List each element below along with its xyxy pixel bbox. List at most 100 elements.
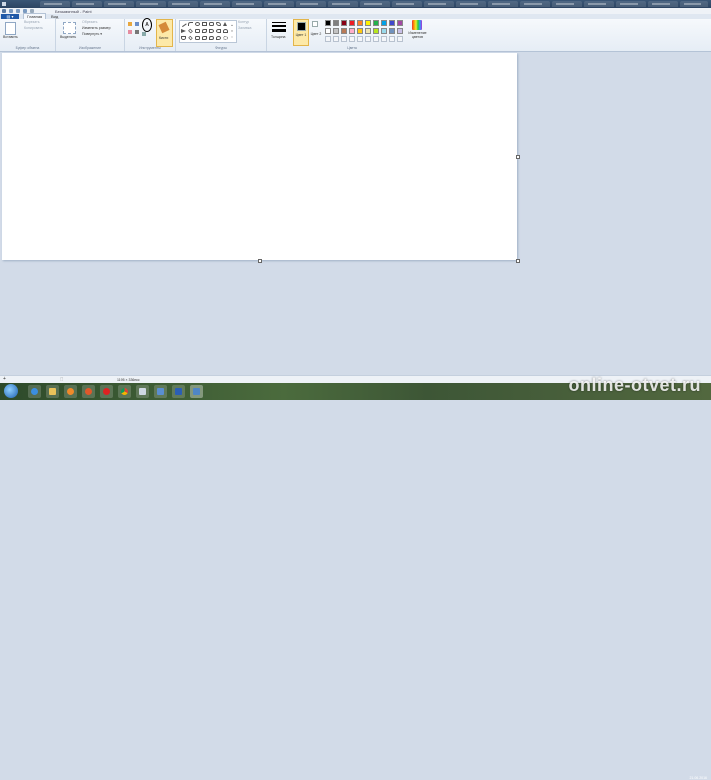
curve-shape-icon[interactable] (188, 22, 193, 26)
oval-shape-icon[interactable] (195, 22, 200, 26)
browser-tab[interactable] (232, 1, 262, 7)
edit-colors-button[interactable]: Изменение цветов (405, 31, 430, 39)
palette-empty-swatch[interactable] (373, 36, 379, 42)
browser-tab[interactable] (40, 1, 70, 7)
palette-empty-swatch[interactable] (381, 36, 387, 42)
taskbar-explorer-icon[interactable] (46, 385, 59, 398)
rounded-rectangle-shape-icon[interactable] (209, 22, 214, 26)
pencil-icon[interactable] (128, 22, 132, 26)
copy-button[interactable]: Копировать (24, 26, 43, 30)
browser-tab[interactable] (168, 1, 198, 7)
browser-tab[interactable] (520, 1, 550, 7)
browser-tab[interactable] (136, 1, 166, 7)
browser-tab[interactable] (424, 1, 454, 7)
oval-callout-shape-icon[interactable] (216, 36, 221, 40)
save-icon[interactable] (9, 9, 13, 13)
taskbar-chrome-icon[interactable] (118, 385, 131, 398)
browser-tab[interactable] (488, 1, 518, 7)
color1-button[interactable]: Цвет 1 (293, 19, 309, 46)
undo-icon[interactable] (16, 9, 20, 13)
palette-swatch[interactable] (389, 20, 395, 26)
palette-swatch[interactable] (373, 28, 379, 34)
taskbar-ie-icon[interactable] (28, 385, 41, 398)
taskbar-paint-active-icon[interactable] (190, 385, 203, 398)
palette-swatch[interactable] (381, 28, 387, 34)
palette-empty-swatch[interactable] (365, 36, 371, 42)
palette-empty-swatch[interactable] (389, 36, 395, 42)
triangle-shape-icon[interactable] (223, 22, 227, 26)
palette-empty-swatch[interactable] (349, 36, 355, 42)
select-button[interactable]: Выделить (60, 35, 76, 39)
shapes-gallery[interactable]: ▴ ▾ ▿ (179, 20, 237, 43)
magnifier-icon[interactable] (142, 32, 146, 36)
palette-swatch[interactable] (373, 20, 379, 26)
palette-swatch[interactable] (357, 20, 363, 26)
four-point-star-shape-icon[interactable] (188, 35, 193, 41)
down-arrow-shape-icon[interactable] (181, 36, 186, 40)
pentagon-shape-icon[interactable] (195, 29, 200, 33)
shapes-scroll-icon[interactable]: ▴ ▾ ▿ (230, 22, 234, 40)
eraser-icon[interactable] (128, 30, 132, 34)
browser-tab[interactable] (456, 1, 486, 7)
brushes-button[interactable]: Кисти (156, 19, 173, 47)
fill-button[interactable]: Заливка (238, 26, 251, 30)
right-triangle-shape-icon[interactable] (181, 29, 186, 33)
canvas-resize-handle-corner[interactable] (516, 259, 520, 263)
palette-swatch[interactable] (365, 20, 371, 26)
palette-swatch[interactable] (381, 20, 387, 26)
rotate-button[interactable]: Повернуть ▾ (82, 32, 102, 36)
canvas-resize-handle-bottom[interactable] (258, 259, 262, 263)
taskbar-opera-icon[interactable] (100, 385, 113, 398)
palette-swatch[interactable] (389, 28, 395, 34)
resize-button[interactable]: Изменить размер (82, 26, 111, 30)
palette-swatch[interactable] (341, 20, 347, 26)
crop-button[interactable]: Обрезать (82, 20, 97, 24)
six-point-star-shape-icon[interactable] (202, 36, 207, 40)
line-shape-icon[interactable] (180, 20, 187, 28)
paste-button[interactable]: Вставить (3, 35, 18, 39)
browser-tab[interactable] (616, 1, 646, 7)
taskbar-firefox-icon[interactable] (82, 385, 95, 398)
outline-button[interactable]: Контур (238, 20, 249, 24)
start-button[interactable] (4, 384, 18, 398)
edit-colors-icon[interactable] (412, 20, 422, 30)
palette-swatch[interactable] (341, 28, 347, 34)
browser-tab[interactable] (296, 1, 326, 7)
browser-tab[interactable] (328, 1, 358, 7)
select-icon[interactable] (63, 22, 76, 34)
taskbar-word-icon[interactable] (172, 385, 185, 398)
canvas-resize-handle-right[interactable] (516, 155, 520, 159)
taskbar-app-icon[interactable] (136, 385, 149, 398)
palette-empty-swatch[interactable] (357, 36, 363, 42)
cut-button[interactable]: Вырезать (24, 20, 40, 24)
palette-empty-swatch[interactable] (325, 36, 331, 42)
left-arrow-shape-icon[interactable] (216, 29, 221, 33)
browser-tab[interactable] (200, 1, 230, 7)
palette-swatch[interactable] (333, 28, 339, 34)
palette-empty-swatch[interactable] (333, 36, 339, 42)
taskbar-paint-icon[interactable] (154, 385, 167, 398)
browser-tab[interactable] (264, 1, 294, 7)
right-arrow-shape-icon[interactable] (209, 29, 214, 33)
palette-swatch[interactable] (397, 20, 403, 26)
fill-icon[interactable] (135, 22, 139, 26)
browser-tab[interactable] (360, 1, 390, 7)
browser-tab[interactable] (392, 1, 422, 7)
browser-tab[interactable] (104, 1, 134, 7)
text-tool-icon[interactable]: A (142, 18, 152, 32)
hexagon-shape-icon[interactable] (202, 29, 207, 33)
paste-icon[interactable] (5, 22, 16, 35)
palette-swatch[interactable] (325, 20, 331, 26)
rectangle-callout-shape-icon[interactable] (209, 36, 214, 40)
palette-empty-swatch[interactable] (341, 36, 347, 42)
taskbar-media-player-icon[interactable] (64, 385, 77, 398)
browser-tab[interactable] (552, 1, 582, 7)
polygon-shape-icon[interactable] (216, 22, 221, 26)
browser-tab[interactable] (680, 1, 708, 7)
browser-tab[interactable] (648, 1, 678, 7)
palette-swatch[interactable] (349, 20, 355, 26)
up-arrow-shape-icon[interactable] (223, 29, 228, 33)
cloud-callout-shape-icon[interactable] (223, 36, 228, 40)
size-button[interactable]: Толщина (271, 35, 286, 39)
rectangle-shape-icon[interactable] (202, 22, 207, 26)
